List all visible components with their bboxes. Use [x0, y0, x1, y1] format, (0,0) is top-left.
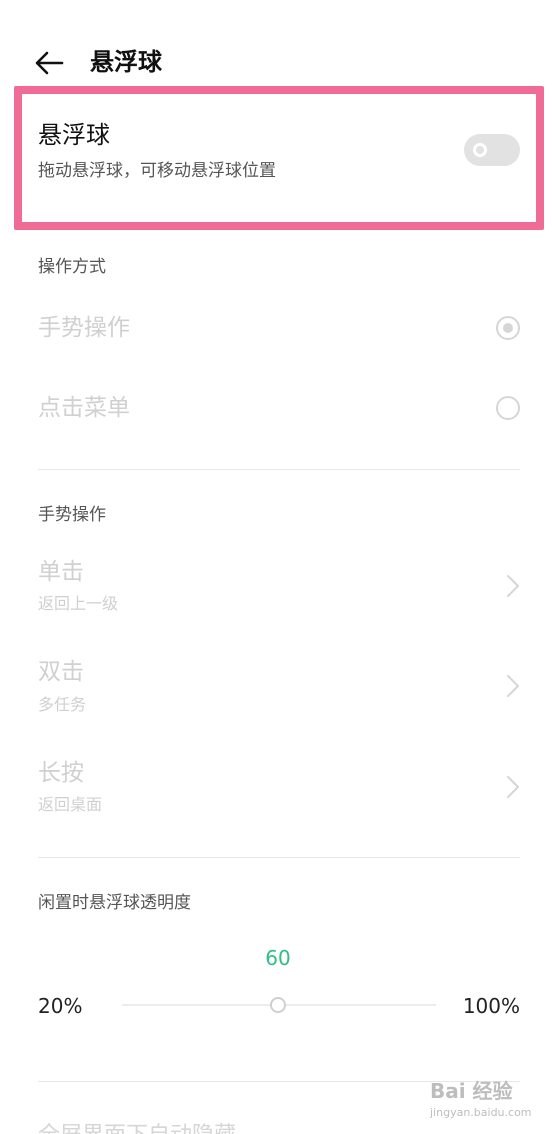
radio-tap-menu[interactable] [496, 396, 520, 420]
divider [38, 469, 520, 470]
watermark-url: jingyan.baidu.com [430, 1106, 532, 1119]
floating-ball-title: 悬浮球 [38, 121, 110, 149]
chevron-right-icon [507, 575, 519, 597]
opacity-slider-thumb[interactable] [270, 997, 286, 1013]
opacity-max-label: 100% [462, 994, 520, 1018]
floating-ball-toggle[interactable] [464, 134, 520, 166]
watermark-logo: Bai 经验 [430, 1079, 513, 1103]
page-title: 悬浮球 [90, 48, 162, 76]
chevron-right-icon [507, 776, 519, 798]
gesture-long-press-action: 返回桌面 [38, 795, 103, 814]
gesture-single-tap-action: 返回上一级 [38, 594, 119, 613]
gesture-double-tap-title[interactable]: 双击 [38, 656, 84, 688]
auto-hide-fullscreen-row[interactable]: 全屏界面下自动隐藏 [38, 1120, 236, 1134]
gesture-double-tap-action: 多任务 [38, 695, 87, 714]
gesture-long-press-title[interactable]: 长按 [38, 757, 84, 789]
option-tap-menu[interactable]: 点击菜单 [38, 392, 130, 424]
section-header-opacity: 闲置时悬浮球透明度 [38, 893, 191, 913]
radio-gesture-operation-selected[interactable] [496, 316, 520, 340]
chevron-right-icon [507, 675, 519, 697]
opacity-value: 60 [265, 946, 291, 970]
section-header-operation-mode: 操作方式 [38, 257, 106, 277]
baidu-jingyan-watermark: Bai 经验 jingyan.baidu.com [430, 1076, 550, 1124]
toggle-knob [473, 143, 487, 157]
section-header-gestures: 手势操作 [38, 505, 106, 525]
gesture-single-tap-title[interactable]: 单击 [38, 556, 84, 588]
floating-ball-subtitle: 拖动悬浮球，可移动悬浮球位置 [38, 161, 276, 181]
opacity-min-label: 20% [38, 994, 83, 1018]
back-arrow-icon[interactable] [34, 50, 64, 76]
radio-dot [503, 323, 513, 333]
divider [38, 857, 520, 858]
option-gesture-operation[interactable]: 手势操作 [38, 312, 130, 344]
